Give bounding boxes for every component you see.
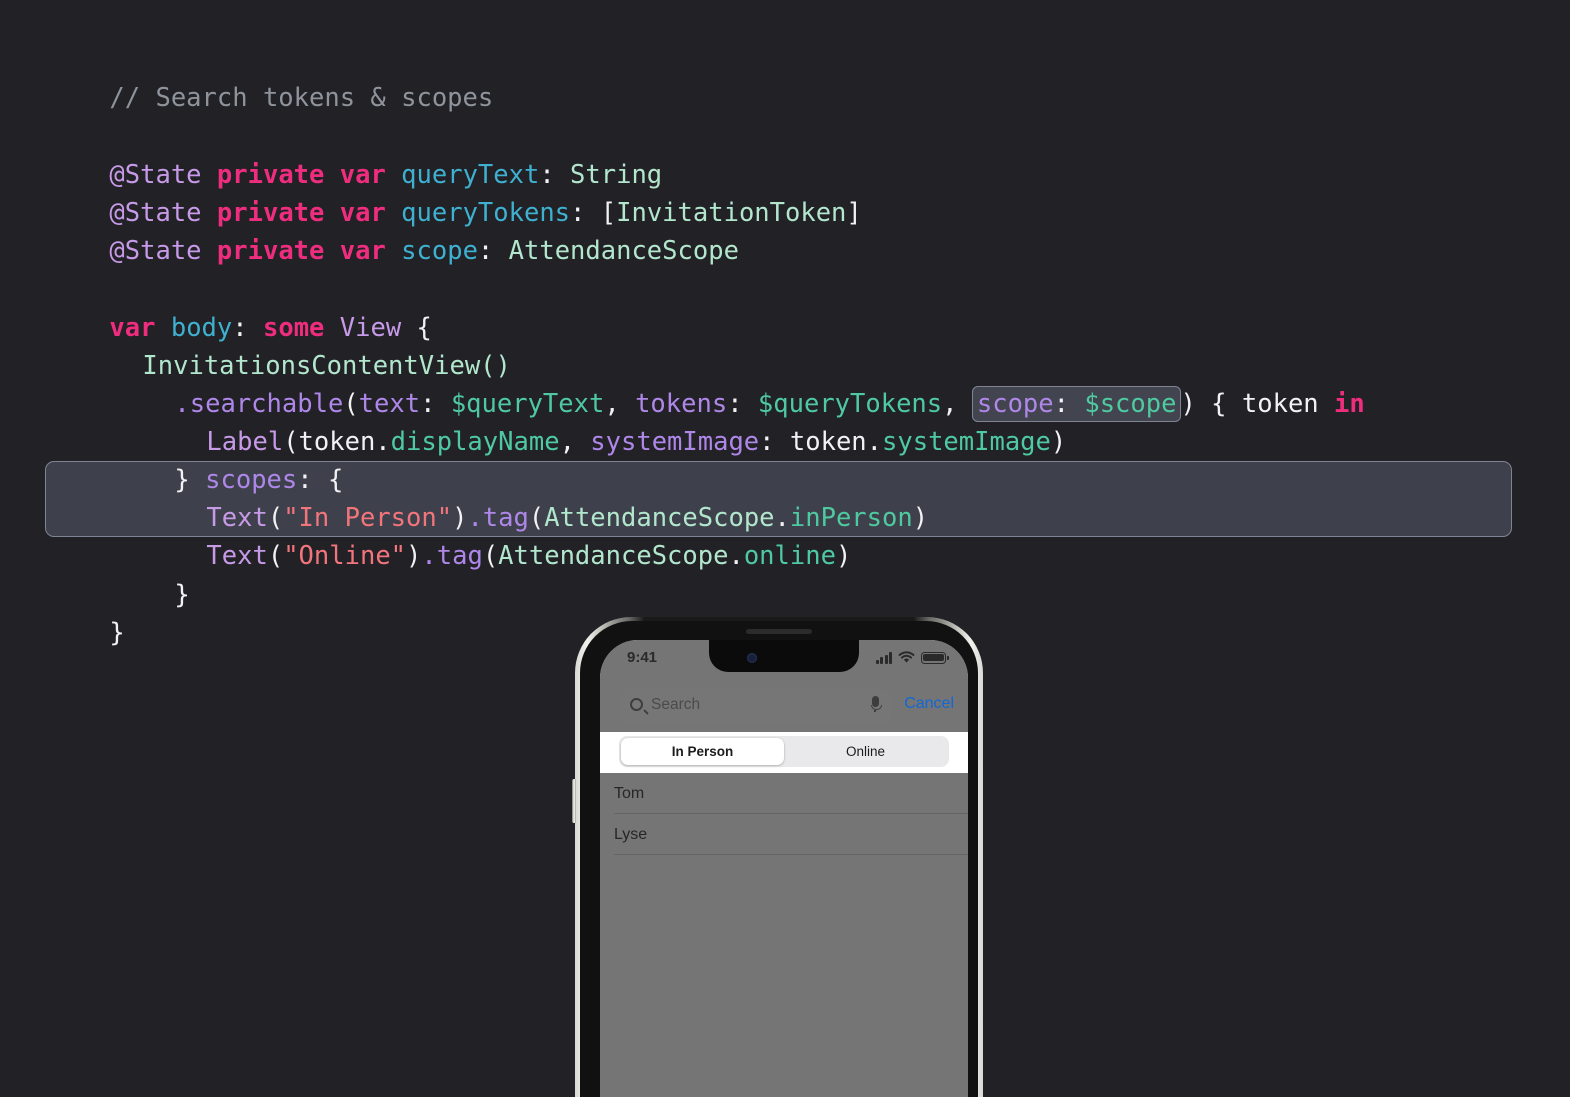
attribute-state: @State — [109, 236, 202, 266]
list-item[interactable]: Tom — [600, 773, 968, 814]
object-token-2: token. — [789, 427, 883, 457]
phone-body: 9:41 Search Cancel In Person Online Tom … — [580, 621, 978, 1097]
arg-label-systemimage: systemImage — [590, 427, 760, 457]
cancel-button[interactable]: Cancel — [904, 695, 954, 713]
phone-notch — [709, 640, 859, 672]
invitations-list: Tom Lyse — [600, 773, 968, 1097]
identifier-scope: scope — [401, 236, 478, 266]
front-camera-icon — [747, 653, 757, 663]
search-bar-row: Search Cancel — [600, 680, 968, 732]
paren-close: ) — [406, 541, 422, 571]
enum-attendancescope: AttendanceScope — [498, 541, 729, 571]
colon: : — [759, 427, 790, 457]
keyword-in: in — [1318, 389, 1365, 419]
closure-brace: { — [1195, 389, 1242, 419]
string-online: "Online" — [283, 541, 407, 571]
phone-screen: 9:41 Search Cancel In Person Online Tom … — [600, 640, 968, 1097]
brace-close-outer: } — [109, 618, 125, 648]
property-systemimage: systemImage — [882, 427, 1051, 457]
tag-paren-close: ) — [912, 503, 929, 533]
paren-open: ( — [267, 541, 284, 571]
iphone-mockup: 9:41 Search Cancel In Person Online Tom … — [572, 617, 983, 1097]
keyword-private: private — [216, 236, 325, 266]
comment-text: // Search tokens & scopes — [109, 83, 494, 113]
closure-param-token: token — [1241, 389, 1319, 419]
battery-icon — [921, 651, 949, 664]
search-icon — [630, 698, 643, 711]
microphone-icon[interactable] — [871, 696, 882, 712]
keyword-var: var — [339, 236, 386, 266]
status-time: 9:41 — [627, 649, 658, 666]
wifi-icon — [898, 651, 915, 663]
scope-segment-online[interactable]: Online — [784, 738, 947, 765]
enum-case-online: online — [743, 541, 836, 571]
earpiece-speaker — [746, 629, 812, 634]
search-input[interactable]: Search — [619, 689, 891, 724]
type-attendancescope: AttendanceScope — [508, 236, 739, 266]
status-icons — [875, 651, 949, 664]
tag-paren-close: ) — [835, 541, 852, 571]
list-item[interactable]: Lyse — [600, 814, 968, 855]
code-line-close-outer: } — [48, 576, 125, 690]
property-displayname: displayName — [390, 427, 560, 457]
code-line-text-online: Text("Online").tag(AttendanceScope.onlin… — [145, 499, 851, 613]
tag-paren-open: ( — [482, 541, 499, 571]
colon-3: : — [477, 236, 509, 266]
search-scope-bar: In Person Online — [600, 732, 968, 773]
paren-close: ) — [1050, 427, 1067, 457]
phone-frame: 9:41 Search Cancel In Person Online Tom … — [575, 617, 983, 1097]
dot: . — [728, 541, 744, 571]
brace-close-inner: } — [174, 580, 190, 610]
scope-segmented-control[interactable]: In Person Online — [619, 736, 949, 767]
paren-close: ) — [1180, 389, 1196, 419]
signal-bars-icon — [875, 651, 892, 664]
binding-scope: $scope — [1084, 389, 1177, 419]
volume-button[interactable] — [572, 779, 576, 823]
method-tag: .tag — [421, 541, 483, 571]
comma: , — [559, 427, 591, 457]
bracket-close: ] — [846, 198, 862, 228]
scope-segment-in-person[interactable]: In Person — [621, 738, 784, 765]
call-text: Text — [206, 541, 268, 571]
search-placeholder: Search — [651, 696, 701, 713]
